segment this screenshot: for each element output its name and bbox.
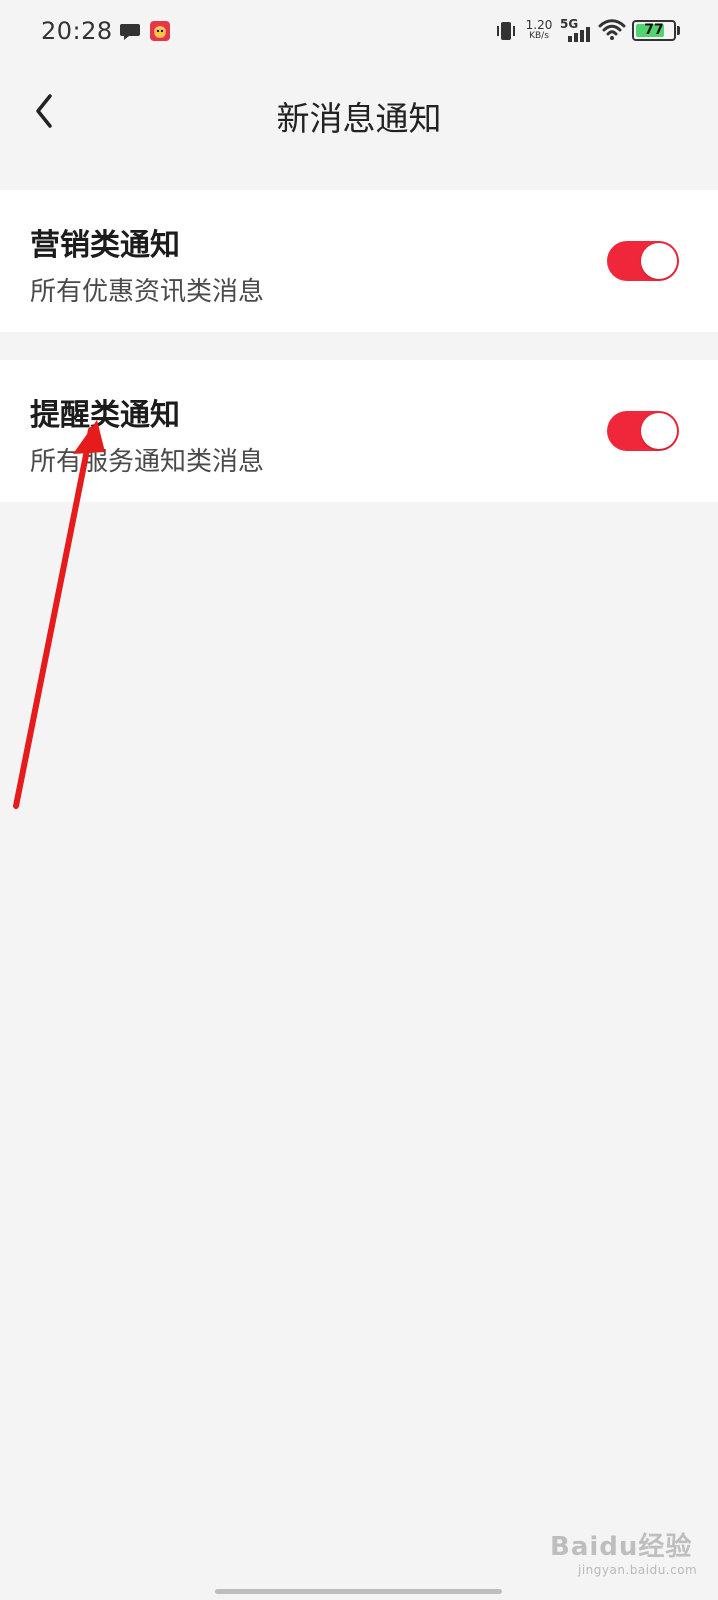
chat-bubble-icon — [119, 20, 141, 42]
wifi-icon — [598, 18, 626, 42]
signal-bars-icon: 5G — [560, 17, 592, 44]
setting-description: 所有服务通知类消息 — [30, 447, 265, 477]
battery-percent: 77 — [644, 22, 664, 38]
network-speed-unit: KB/s — [529, 31, 549, 41]
setting-item-reminder: 提醒类通知 所有服务通知类消息 — [0, 360, 718, 502]
status-bar: 20:28 1.20 KB/s 5G 77 — [0, 0, 718, 64]
app-notification-icon — [149, 20, 171, 42]
vibrate-icon — [493, 18, 519, 44]
setting-description: 所有优惠资讯类消息 — [30, 277, 265, 307]
home-indicator[interactable] — [215, 1589, 502, 1594]
network-speed-value: 1.20 — [525, 18, 553, 32]
setting-title: 营销类通知 — [30, 228, 180, 263]
baidu-watermark-url: jingyan.baidu.com — [578, 1563, 698, 1577]
page-header: 新消息通知 — [0, 64, 718, 164]
setting-item-marketing: 营销类通知 所有优惠资讯类消息 — [0, 190, 718, 332]
battery-cap — [677, 26, 680, 35]
status-time: 20:28 — [41, 17, 113, 45]
toggle-knob — [641, 243, 677, 279]
marketing-toggle[interactable] — [607, 241, 679, 281]
toggle-knob — [641, 413, 677, 449]
reminder-toggle[interactable] — [607, 411, 679, 451]
page-title: 新消息通知 — [276, 99, 442, 138]
setting-title: 提醒类通知 — [30, 398, 180, 433]
network-speed: 1.20 KB/s — [524, 19, 554, 41]
battery-icon: 77 — [632, 20, 676, 41]
baidu-watermark: Baidu经验 — [550, 1532, 693, 1562]
